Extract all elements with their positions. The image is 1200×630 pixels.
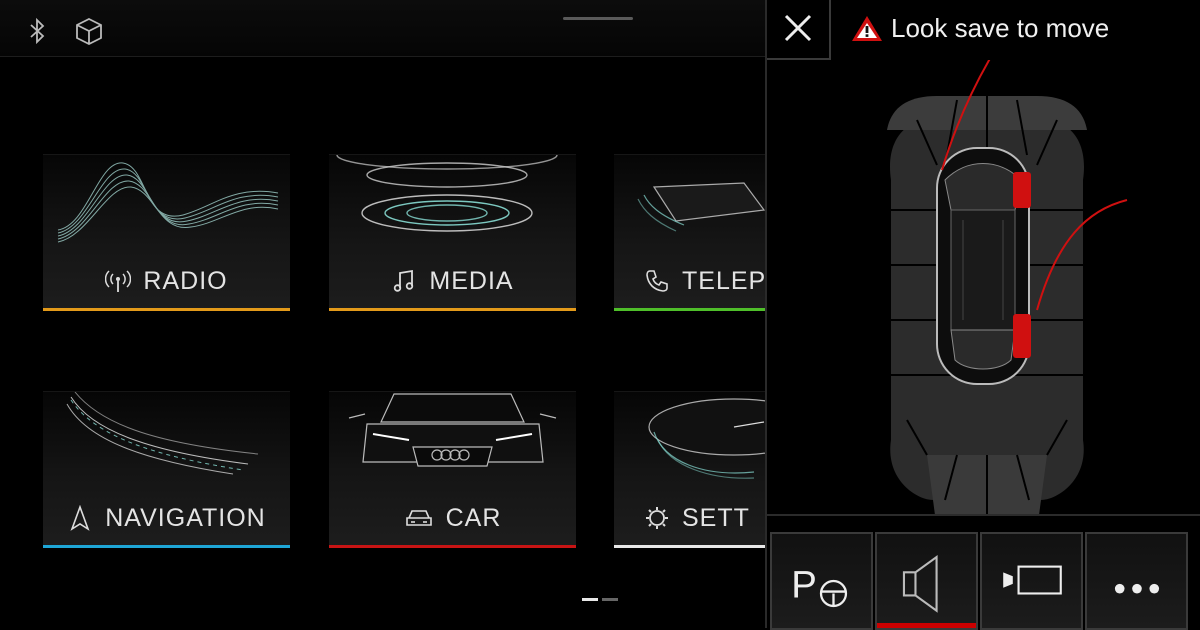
tile-car[interactable]: CAR — [329, 391, 576, 548]
navigation-road-art — [66, 392, 259, 475]
tile-settings-label: SETT — [682, 503, 750, 532]
media-disc-art — [336, 155, 558, 232]
more-dots-icon — [1114, 583, 1160, 594]
status-bar — [0, 0, 765, 57]
parking-sensor-display — [887, 60, 1128, 515]
warning-text: Look save to move — [891, 12, 1110, 43]
tile-telephone-label-row: TELEP — [614, 263, 765, 299]
bluetooth-icon[interactable] — [22, 16, 52, 46]
close-button[interactable] — [767, 0, 831, 60]
tile-navigation-label: NAVIGATION — [105, 503, 266, 532]
tile-telephone-label: TELEP — [682, 266, 765, 295]
warning-message: Look save to move — [851, 12, 1109, 44]
proximity-alert-front-right — [1013, 172, 1031, 208]
tile-media[interactable]: MEDIA — [329, 154, 576, 311]
sound-button[interactable] — [875, 532, 978, 630]
3d-cube-icon[interactable] — [74, 16, 104, 46]
tile-settings[interactable]: SETT — [614, 391, 765, 548]
home-screen: RADIO MEDIA TELEP NAVIGATION CAR SETT — [0, 0, 765, 628]
park-steering-button[interactable]: P — [770, 532, 873, 630]
more-button[interactable] — [1085, 532, 1188, 630]
tile-media-accent — [329, 308, 576, 311]
navigation-arrow-icon — [70, 505, 90, 531]
music-note-icon — [394, 269, 414, 292]
app: RADIO MEDIA TELEP NAVIGATION CAR SETT Lo… — [0, 0, 1200, 630]
tile-media-label: MEDIA — [429, 266, 514, 295]
tile-navigation-accent — [43, 545, 290, 548]
tile-telephone[interactable]: TELEP — [614, 154, 765, 311]
camera-button[interactable] — [980, 532, 1083, 630]
tile-car-accent — [329, 545, 576, 548]
rear-camera-icon — [1003, 565, 1062, 595]
svg-text:P: P — [791, 563, 817, 606]
warning-triangle-icon — [852, 16, 882, 41]
tile-radio-accent — [43, 308, 290, 311]
pager-dot[interactable] — [602, 598, 618, 601]
tile-telephone-accent — [614, 308, 765, 311]
tile-media-label-row: MEDIA — [329, 263, 576, 299]
park-steering-icon: P — [791, 563, 848, 608]
speaker-icon — [902, 554, 938, 613]
phone-icon — [646, 270, 668, 292]
tile-car-label-row: CAR — [329, 500, 576, 536]
tile-navigation-label-row: NAVIGATION — [43, 500, 290, 536]
tile-settings-label-row: SETT — [614, 500, 765, 536]
car-icon — [405, 510, 432, 526]
parking-panel: Look save to move P — [765, 0, 1200, 630]
radio-wave-art — [57, 162, 279, 243]
tile-radio-label-row: RADIO — [43, 263, 290, 299]
parking-button-bar: P — [767, 514, 1200, 630]
proximity-alert-rear-right — [1013, 314, 1031, 358]
radio-antenna-icon — [105, 270, 132, 292]
pager-dot-active[interactable] — [582, 598, 598, 601]
tile-settings-accent — [614, 545, 765, 548]
panel-drag-handle[interactable] — [563, 17, 633, 20]
close-icon — [784, 14, 812, 42]
tile-navigation[interactable]: NAVIGATION — [43, 391, 290, 548]
phone-art — [637, 182, 765, 232]
settings-gear-icon — [646, 507, 668, 529]
tile-car-label: CAR — [445, 503, 502, 532]
settings-dial-art — [648, 398, 765, 479]
tile-radio[interactable]: RADIO — [43, 154, 290, 311]
tile-radio-label: RADIO — [143, 266, 228, 295]
car-front-art — [348, 393, 557, 467]
